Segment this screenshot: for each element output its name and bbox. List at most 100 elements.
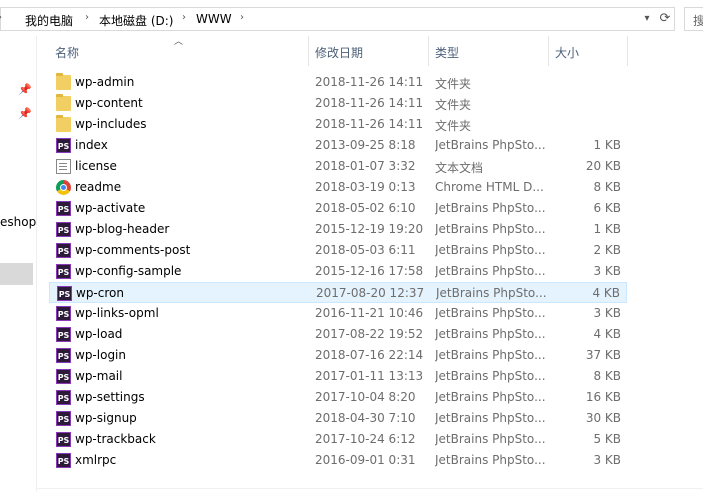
file-size: 1 KB (593, 138, 621, 152)
file-modified-date: 2018-05-02 6:10 (315, 201, 416, 215)
phpstorm-icon: PS (56, 327, 71, 342)
chevron-right-icon[interactable]: › (240, 12, 244, 23)
file-row[interactable]: PS wp-mail 2017-01-11 13:13 JetBrains PhpSt… (49, 366, 627, 387)
file-modified-date: 2013-09-25 8:18 (315, 138, 416, 152)
file-modified-date: 2016-09-01 0:31 (315, 453, 416, 467)
file-type: JetBrains PhpSto... (435, 243, 545, 257)
pin-icon[interactable]: 📌 (18, 83, 32, 97)
phpstorm-icon: PS (56, 222, 71, 237)
file-modified-date: 2018-11-26 14:11 (315, 96, 424, 110)
phpstorm-icon: PS (56, 306, 71, 321)
file-type: JetBrains PhpSto... (435, 222, 545, 236)
file-type: JetBrains PhpSto... (435, 411, 545, 425)
phpstorm-icon: PS (56, 348, 71, 363)
file-type: 文件夹 (435, 119, 472, 133)
chrome-icon (56, 180, 71, 195)
file-row[interactable]: wp-admin 2018-11-26 14:11 文件夹 (49, 72, 627, 93)
file-type: JetBrains PhpSto... (435, 432, 545, 446)
navigation-pane: 📌 📌 eshop (0, 36, 37, 491)
file-name: wp-mail (75, 369, 123, 383)
file-row[interactable]: license 2018-01-07 3:32 文本文档 20 KB (49, 156, 627, 177)
divider (36, 488, 703, 489)
file-size: 8 KB (593, 369, 621, 383)
column-header-date[interactable]: 修改日期 (315, 44, 363, 61)
file-name: wp-signup (75, 411, 137, 425)
file-row[interactable]: PS xmlrpc 2016-09-01 0:31 JetBrains PhpSto.… (49, 450, 627, 471)
folder-icon (56, 73, 71, 90)
nav-item-selected[interactable] (0, 263, 33, 285)
file-size: 2 KB (593, 243, 621, 257)
column-divider[interactable] (548, 36, 549, 66)
breadcrumb-my-computer[interactable]: 我的电脑 (25, 12, 73, 29)
chevron-right-icon[interactable]: › (182, 12, 186, 23)
file-row[interactable]: PS wp-cron 2017-08-20 12:37 JetBrains PhpSt… (49, 282, 627, 303)
address-history-dropdown-icon[interactable]: ▾ (638, 10, 656, 28)
phpstorm-icon: PS (56, 453, 71, 468)
file-size: 8 KB (593, 180, 621, 194)
file-row[interactable]: PS wp-links-opml 2016-11-21 10:46 JetBrains… (49, 303, 627, 324)
file-name: wp-cron (76, 286, 124, 300)
file-row[interactable]: PS wp-config-sample 2015-12-16 17:58 JetBra… (49, 261, 627, 282)
file-modified-date: 2015-12-19 19:20 (315, 222, 424, 236)
file-modified-date: 2018-07-16 22:14 (315, 348, 424, 362)
address-bar[interactable]: › 我的电脑 › 本地磁盘 (D:) › WWW › ▾ ⟳ (0, 7, 675, 31)
column-header-name[interactable]: 名称 (55, 44, 79, 61)
pin-icon[interactable]: 📌 (18, 107, 32, 121)
file-name: wp-includes (75, 117, 147, 131)
phpstorm-icon: PS (57, 286, 72, 301)
column-header-type[interactable]: 类型 (435, 44, 459, 61)
column-divider[interactable] (627, 36, 628, 66)
phpstorm-icon: PS (56, 390, 71, 405)
search-placeholder: 搜 (693, 14, 703, 28)
file-modified-date: 2015-12-16 17:58 (315, 264, 424, 278)
file-type: JetBrains PhpSto... (435, 264, 545, 278)
file-name: readme (75, 180, 122, 194)
file-size: 30 KB (585, 411, 621, 425)
chevron-right-icon[interactable]: › (85, 12, 89, 23)
breadcrumb-local-disk[interactable]: 本地磁盘 (D:) (99, 12, 173, 29)
file-row[interactable]: PS wp-comments-post 2018-05-03 6:11 JetBrai… (49, 240, 627, 261)
file-name: wp-links-opml (75, 306, 159, 320)
file-row[interactable]: wp-includes 2018-11-26 14:11 文件夹 (49, 114, 627, 135)
file-size: 4 KB (592, 286, 620, 300)
file-row[interactable]: PS wp-signup 2018-04-30 7:10 JetBrains PhpS… (49, 408, 627, 429)
column-divider[interactable] (308, 36, 309, 66)
file-row[interactable]: readme 2018-03-19 0:13 Chrome HTML D... 8 K… (49, 177, 627, 198)
nav-item-eshop[interactable]: eshop (0, 215, 36, 229)
search-input[interactable]: 搜 (684, 7, 703, 31)
file-row[interactable]: PS wp-settings 2017-10-04 8:20 JetBrains Ph… (49, 387, 627, 408)
chevron-right-icon[interactable]: › (0, 12, 2, 23)
file-modified-date: 2017-08-22 19:52 (315, 327, 424, 341)
file-name: xmlrpc (75, 453, 117, 467)
file-row[interactable]: PS index 2013-09-25 8:18 JetBrains PhpSto..… (49, 135, 627, 156)
file-row[interactable]: PS wp-activate 2018-05-02 6:10 JetBrains Ph… (49, 198, 627, 219)
text-file-icon (56, 159, 71, 174)
file-size: 1 KB (593, 222, 621, 236)
file-name: index (75, 138, 108, 152)
file-type: JetBrains PhpSto... (435, 369, 545, 383)
phpstorm-icon: PS (56, 432, 71, 447)
file-modified-date: 2017-08-20 12:37 (316, 286, 425, 300)
file-row[interactable]: PS wp-trackback 2017-10-24 6:12 JetBrains P… (49, 429, 627, 450)
file-modified-date: 2018-01-07 3:32 (315, 159, 416, 173)
file-size: 20 KB (585, 159, 621, 173)
file-row[interactable]: PS wp-load 2017-08-22 19:52 JetBrains PhpSt… (49, 324, 627, 345)
column-header-size[interactable]: 大小 (555, 44, 579, 61)
file-row[interactable]: PS wp-blog-header 2015-12-19 19:20 JetBrain… (49, 219, 627, 240)
file-row[interactable]: PS wp-login 2018-07-16 22:14 JetBrains PhpS… (49, 345, 627, 366)
file-modified-date: 2017-10-04 8:20 (315, 390, 416, 404)
file-modified-date: 2018-11-26 14:11 (315, 75, 424, 89)
phpstorm-icon: PS (56, 264, 71, 279)
column-divider[interactable] (428, 36, 429, 66)
column-header-row: ︿ 名称 修改日期 类型 大小 (0, 36, 703, 66)
file-modified-date: 2017-10-24 6:12 (315, 432, 416, 446)
phpstorm-icon: PS (56, 411, 71, 426)
file-type: JetBrains PhpSto... (435, 306, 545, 320)
file-type: JetBrains PhpSto... (435, 348, 545, 362)
phpstorm-icon: PS (56, 201, 71, 216)
file-row[interactable]: wp-content 2018-11-26 14:11 文件夹 (49, 93, 627, 114)
breadcrumb-www[interactable]: WWW (196, 12, 232, 26)
refresh-icon[interactable]: ⟳ (656, 10, 674, 28)
file-name: wp-content (75, 96, 143, 110)
file-modified-date: 2018-04-30 7:10 (315, 411, 416, 425)
